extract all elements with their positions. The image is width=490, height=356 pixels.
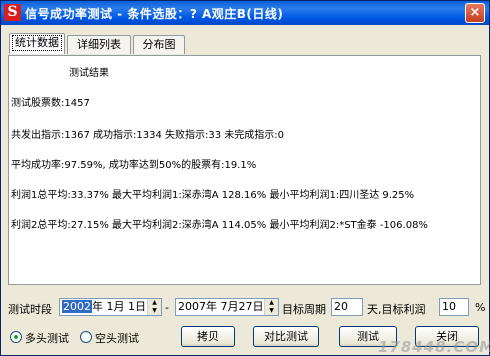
period-label: 测试时段 — [8, 303, 52, 316]
site-watermark: 178448.COM — [378, 338, 490, 356]
date-range-dash: - — [165, 301, 169, 314]
tab-distribution[interactable]: 分布图 — [133, 35, 185, 54]
tab-statistics[interactable]: 统计数据 — [9, 33, 65, 54]
result-line-profit1: 利润1总平均:33.37% 最大平均利润1:深赤湾A 128.16% 最小平均利… — [11, 190, 415, 201]
tab-detail-list[interactable]: 详细列表 — [67, 35, 131, 54]
radio-long-label[interactable]: 多头测试 — [25, 330, 69, 346]
end-date-picker[interactable]: 2007年 7月27日 ▲ ▼ — [175, 298, 279, 316]
spin-up-icon[interactable]: ▲ — [148, 299, 161, 307]
spin-up-icon[interactable]: ▲ — [265, 299, 278, 307]
result-line-stock-count: 测试股票数:1457 — [11, 98, 90, 109]
results-heading: 测试结果 — [69, 68, 109, 79]
result-line-profit2: 利润2总平均:27.15% 最大平均利润2:深赤湾A 114.05% 最小平均利… — [11, 220, 428, 231]
app-logo-icon: S — [4, 4, 21, 21]
tab-distribution-label: 分布图 — [142, 38, 176, 51]
copy-button[interactable]: 拷贝 — [181, 326, 235, 347]
start-date-spinner[interactable]: ▲ ▼ — [147, 299, 161, 315]
target-period-input[interactable]: 20 — [331, 298, 363, 316]
tab-statistics-label: 统计数据 — [12, 35, 62, 51]
spin-down-icon[interactable]: ▼ — [265, 307, 278, 315]
spin-down-icon[interactable]: ▼ — [148, 307, 161, 315]
result-line-success-rate: 平均成功率:97.59%, 成功率达到50%的股票有:19.1% — [11, 160, 257, 171]
radio-short-test[interactable] — [80, 331, 92, 343]
window-title: 信号成功率测试 - 条件选股：? A观庄B(日线) — [25, 7, 284, 21]
dialog-window: S 信号成功率测试 - 条件选股：? A观庄B(日线) × 统计数据 详细列表 … — [0, 0, 490, 356]
target-profit-label: 天,目标利润 — [367, 303, 426, 316]
close-button[interactable]: × — [465, 3, 485, 23]
radio-long-test[interactable] — [10, 331, 22, 343]
radio-short-label[interactable]: 空头测试 — [95, 330, 139, 346]
tab-detail-list-label: 详细列表 — [77, 38, 121, 51]
target-period-label: 目标周期 — [282, 303, 326, 316]
start-date-picker[interactable]: 2002年 1月 1日 ▲ ▼ — [59, 298, 162, 316]
start-year-value: 2002 — [62, 300, 92, 313]
end-date-spinner[interactable]: ▲ ▼ — [264, 299, 278, 315]
percent-sign: % — [475, 301, 486, 314]
results-panel[interactable]: 测试结果 测试股票数:1457 共发出指示:1367 成功指示:1334 失败指… — [8, 55, 481, 285]
end-date-value: 2007年 7月27日 — [178, 300, 264, 313]
title-bar[interactable]: S 信号成功率测试 - 条件选股：? A观庄B(日线) × — [1, 1, 489, 25]
start-date-rest: 年 1月 1日 — [92, 300, 146, 313]
target-profit-input[interactable]: 10 — [439, 298, 469, 316]
compare-test-button[interactable]: 对比测试 — [253, 326, 319, 347]
result-line-signals: 共发出指示:1367 成功指示:1334 失败指示:33 未完成指示:0 — [11, 130, 284, 141]
